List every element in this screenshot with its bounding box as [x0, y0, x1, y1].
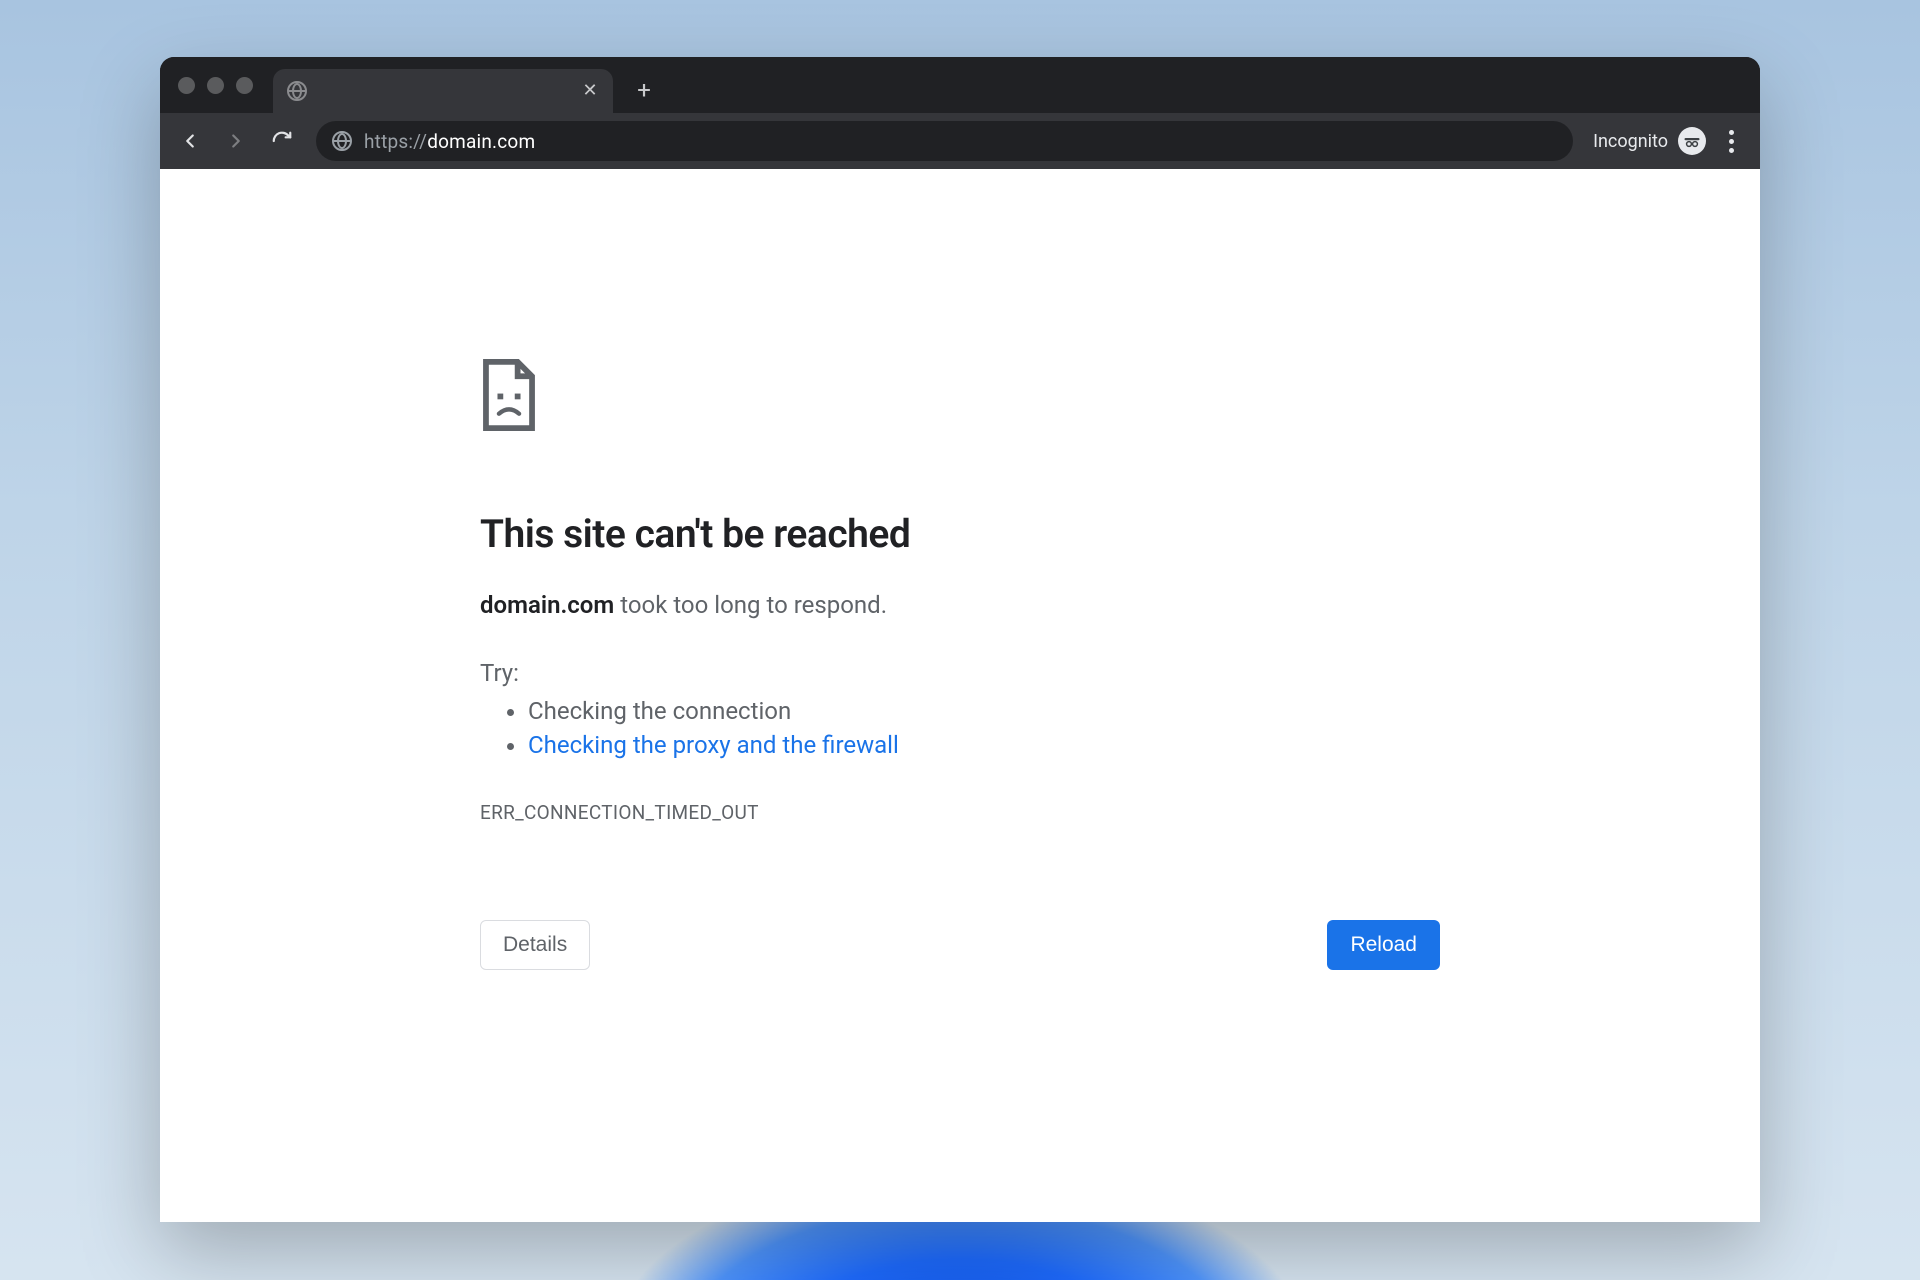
proxy-firewall-link[interactable]: Checking the proxy and the firewall — [528, 731, 899, 759]
browser-menu-button[interactable] — [1716, 130, 1746, 153]
window-minimize-button[interactable] — [207, 77, 224, 94]
error-subtitle: domain.com took too long to respond. — [480, 591, 1440, 619]
tab-strip: ✕ + — [160, 57, 1760, 113]
error-domain: domain.com — [480, 591, 614, 619]
window-zoom-button[interactable] — [236, 77, 253, 94]
error-code: ERR_CONNECTION_TIMED_OUT — [480, 801, 1440, 824]
browser-toolbar: https://domain.com Incognito — [160, 113, 1760, 169]
new-tab-button[interactable]: + — [627, 73, 661, 107]
reload-button[interactable] — [262, 121, 302, 161]
toolbar-right: Incognito — [1593, 127, 1746, 155]
suggestion-check-connection: Checking the connection — [528, 697, 1440, 725]
url-scheme: https:// — [364, 130, 427, 153]
reload-page-button[interactable]: Reload — [1327, 920, 1440, 970]
address-bar[interactable]: https://domain.com — [316, 121, 1573, 161]
suggestion-check-proxy: Checking the proxy and the firewall — [528, 731, 1440, 759]
sad-file-icon — [480, 359, 1440, 431]
site-globe-icon — [332, 131, 352, 151]
incognito-icon[interactable] — [1678, 127, 1706, 155]
close-tab-button[interactable]: ✕ — [581, 82, 599, 100]
details-button[interactable]: Details — [480, 920, 590, 970]
error-page: This site can't be reached domain.com to… — [480, 359, 1440, 970]
url-host: domain.com — [427, 130, 535, 153]
window-close-button[interactable] — [178, 77, 195, 94]
back-button[interactable] — [170, 121, 210, 161]
try-label: Try: — [480, 659, 1440, 687]
page-viewport: This site can't be reached domain.com to… — [160, 169, 1760, 1222]
forward-button[interactable] — [216, 121, 256, 161]
incognito-label: Incognito — [1593, 131, 1668, 152]
window-controls — [178, 77, 253, 94]
url-text: https://domain.com — [364, 130, 535, 153]
suggestion-list: Checking the connection Checking the pro… — [480, 697, 1440, 759]
error-actions: Details Reload — [480, 920, 1440, 970]
browser-tab[interactable]: ✕ — [273, 69, 613, 113]
error-message-suffix: took too long to respond. — [614, 591, 887, 619]
globe-icon — [287, 81, 307, 101]
browser-window: ✕ + https://domain.com Incognito — [160, 57, 1760, 1222]
error-title: This site can't be reached — [480, 511, 1440, 557]
